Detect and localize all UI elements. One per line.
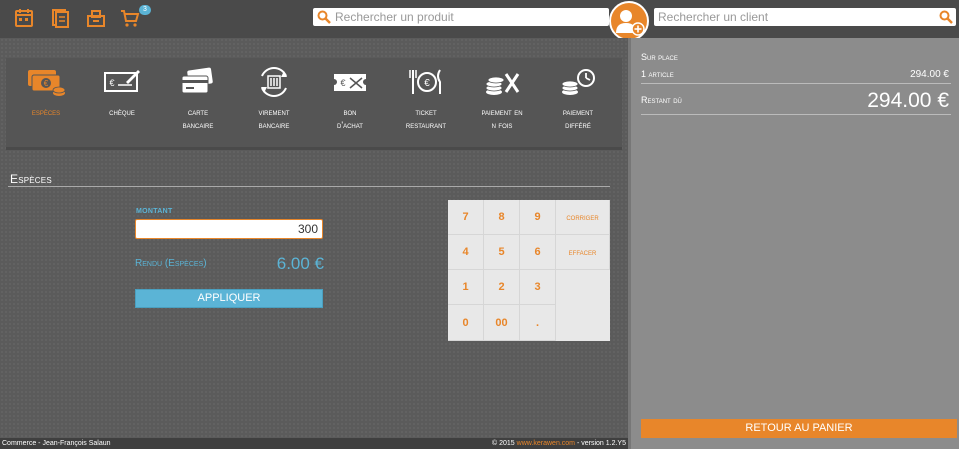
key-7[interactable]: 7 [448,200,484,235]
payment-method-especes[interactable]: € Espèces [10,66,82,146]
section-divider [8,186,610,187]
numeric-keypad: 7 8 9 Corriger 4 5 6 Effacer 1 2 3 0 00 … [448,200,610,341]
cart-icon[interactable] [120,8,140,28]
deferred-payment-icon [558,66,598,98]
payment-method-label: Chèque [109,107,135,117]
key-2[interactable]: 2 [484,270,520,305]
installments-icon [482,66,522,98]
summary-divider [641,83,951,84]
payment-method-ticket[interactable]: € Ticket restaurant [390,66,462,146]
footer: Commerce - Jean-François Salaun © 2015 w… [0,438,628,449]
payment-method-cheque[interactable]: € Chèque [86,66,158,146]
key-6[interactable]: 6 [520,235,556,270]
payment-method-label: Carte bancaire [182,107,214,130]
order-summary-panel: Sur place 1 article 294.00 € Restant dû … [628,38,959,449]
cash-icon: € [26,66,66,98]
cheque-icon: € [102,66,142,98]
footer-version: - version 1.2.Y5 [576,440,626,447]
amount-input[interactable] [135,219,323,239]
payment-method-bon[interactable]: € Bon d'achat [314,66,386,146]
add-client-button[interactable] [609,1,649,41]
search-icon[interactable] [317,10,331,24]
clear-button[interactable]: Effacer [556,235,610,270]
key-00[interactable]: 00 [484,305,520,341]
credit-card-icon [178,66,218,98]
payment-panel: € Espèces € Chèque Carte bancaire Vireme… [0,38,628,438]
footer-shop-info: Commerce - Jean-François Salaun [2,440,111,447]
calendar-icon[interactable] [14,8,34,28]
key-9[interactable]: 9 [520,200,556,235]
product-search [313,8,609,26]
remaining-due-amount: 294.00 € [867,89,949,112]
amount-label: MONTANT [136,208,173,215]
remaining-due-label: Restant dû [641,95,682,105]
payment-method-plusieurs[interactable]: Paiement en N fois [466,66,538,146]
payment-method-label: Ticket restaurant [405,107,447,130]
order-context: Sur place [641,52,678,62]
document-icon[interactable] [50,8,70,28]
svg-text:€: € [109,78,114,88]
change-value: 6.00 € [276,254,324,273]
payment-method-label: Paiement en N fois [481,107,523,130]
search-icon[interactable] [939,10,953,24]
svg-text:€: € [44,79,49,88]
item-count: 1 article [641,69,674,79]
voucher-icon: € [330,66,370,98]
svg-text:€: € [424,78,430,89]
client-search [654,8,956,26]
payment-method-virement[interactable]: Virement bancaire [238,66,310,146]
footer-copyright: © 2015 [492,440,515,447]
key-4[interactable]: 4 [448,235,484,270]
svg-text:€: € [340,78,345,88]
payment-method-differe[interactable]: Paiement différé [542,66,614,146]
section-title: Espèces [10,172,52,186]
correct-button[interactable]: Corriger [556,200,610,235]
meal-ticket-icon: € [406,66,446,98]
item-total: 294.00 € [910,69,949,80]
add-user-icon [616,10,645,36]
key-8[interactable]: 8 [484,200,520,235]
footer-link[interactable]: www.kerawen.com [517,440,575,447]
top-bar: 3 [0,0,959,41]
key-3[interactable]: 3 [520,270,556,305]
cash-drawer-icon[interactable] [86,8,106,28]
summary-divider [641,114,951,115]
cart-count-badge: 3 [139,5,151,15]
client-search-input[interactable] [654,8,956,26]
payment-methods-bar: € Espèces € Chèque Carte bancaire Vireme… [6,58,622,150]
product-search-input[interactable] [313,8,609,26]
key-1[interactable]: 1 [448,270,484,305]
payment-method-label: Paiement différé [562,107,594,130]
payment-method-label: Virement bancaire [258,107,290,130]
key-0[interactable]: 0 [448,305,484,341]
payment-method-carte[interactable]: Carte bancaire [162,66,234,146]
payment-method-label: Espèces [31,107,61,117]
bank-transfer-icon [254,66,294,98]
key-5[interactable]: 5 [484,235,520,270]
change-label: Rendu (Espèces) [135,258,207,269]
back-to-cart-button[interactable]: RETOUR AU PANIER [641,419,957,438]
key-decimal[interactable]: . [520,305,556,341]
payment-method-label: Bon d'achat [337,107,363,130]
apply-button[interactable]: APPLIQUER [135,289,323,308]
footer-credits: © 2015 www.kerawen.com - version 1.2.Y5 [492,438,626,449]
